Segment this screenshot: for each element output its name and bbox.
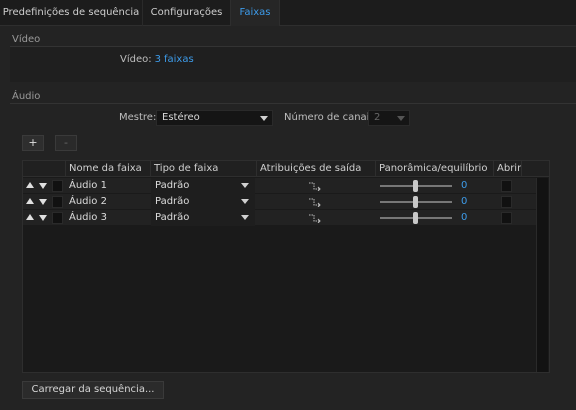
audio-section-title: Áudio	[12, 91, 41, 102]
video-panel	[10, 47, 576, 82]
pan-value[interactable]: 0	[461, 194, 467, 210]
audio-tracks-table: Nome da faixa Tipo de faixa Atribuições …	[22, 160, 550, 373]
track-type-value: Padrão	[155, 212, 190, 223]
move-up-icon[interactable]	[26, 182, 34, 188]
reorder-controls	[26, 182, 52, 192]
move-down-icon[interactable]	[39, 199, 47, 205]
video-track-count[interactable]: 3	[155, 54, 161, 65]
video-label: Vídeo:	[120, 54, 152, 65]
table-scrollbar[interactable]	[536, 178, 548, 372]
tab-tracks[interactable]: Faixas	[230, 0, 280, 26]
master-value: Estéreo	[162, 112, 200, 123]
track-type-dropdown[interactable]: Padrão	[151, 178, 255, 194]
track-type-dropdown[interactable]: Padrão	[151, 210, 255, 226]
track-name[interactable]: Áudio 3	[66, 210, 107, 226]
pan-value[interactable]: 0	[461, 210, 467, 226]
track-checkbox[interactable]	[52, 196, 63, 208]
open-checkbox[interactable]	[501, 212, 512, 224]
track-name[interactable]: Áudio 1	[66, 178, 107, 194]
video-tracks-row: Vídeo: 3 faixas	[120, 54, 194, 65]
table-row: Áudio 2 Padrão 0	[23, 194, 537, 210]
move-down-icon[interactable]	[39, 215, 47, 221]
video-track-unit: faixas	[163, 54, 194, 65]
chevron-down-icon	[241, 215, 249, 220]
column-header-controls	[23, 161, 65, 177]
pan-slider-knob[interactable]	[413, 212, 418, 224]
track-type-value: Padrão	[155, 180, 190, 191]
track-type-dropdown[interactable]: Padrão	[151, 194, 255, 210]
track-type-value: Padrão	[155, 196, 190, 207]
pan-value[interactable]: 0	[461, 178, 467, 194]
open-checkbox[interactable]	[501, 180, 512, 192]
column-header-pan: Panorâmica/equilíbrio	[375, 161, 493, 177]
column-header-type: Tipo de faixa	[150, 161, 256, 177]
tab-sequence-presets[interactable]: Predefinições de sequência	[0, 0, 142, 26]
divider	[10, 103, 576, 104]
tab-settings[interactable]: Configurações	[142, 0, 230, 26]
channels-dropdown[interactable]: 2	[368, 110, 410, 126]
output-routing-icon[interactable]	[308, 181, 322, 191]
track-name[interactable]: Áudio 2	[66, 194, 107, 210]
chevron-down-icon	[241, 183, 249, 188]
move-up-icon[interactable]	[26, 214, 34, 220]
output-routing-icon[interactable]	[308, 213, 322, 223]
pan-slider-knob[interactable]	[413, 196, 418, 208]
column-header-open: Abrir	[493, 161, 521, 177]
channels-label: Número de canais:	[284, 112, 379, 123]
master-label: Mestre:	[119, 112, 157, 123]
track-checkbox[interactable]	[52, 212, 63, 224]
table-row: Áudio 1 Padrão 0	[23, 178, 537, 194]
reorder-controls	[26, 198, 52, 208]
output-routing-icon[interactable]	[308, 197, 322, 207]
open-checkbox[interactable]	[501, 196, 512, 208]
table-row: Áudio 3 Padrão 0	[23, 210, 537, 226]
column-header-name: Nome da faixa	[65, 161, 150, 177]
column-header-extra	[521, 161, 549, 177]
move-down-icon[interactable]	[39, 183, 47, 189]
channels-value: 2	[374, 112, 381, 123]
reorder-controls	[26, 214, 52, 224]
pan-slider-knob[interactable]	[413, 180, 418, 192]
move-up-icon[interactable]	[26, 198, 34, 204]
load-from-sequence-button[interactable]: Carregar da sequência...	[22, 381, 164, 399]
table-header: Nome da faixa Tipo de faixa Atribuições …	[23, 161, 549, 177]
video-section-title: Vídeo	[12, 34, 41, 45]
master-dropdown[interactable]: Estéreo	[156, 110, 273, 126]
chevron-down-icon	[397, 116, 405, 121]
remove-track-button[interactable]: -	[55, 135, 77, 151]
chevron-down-icon	[241, 199, 249, 204]
add-track-button[interactable]: +	[22, 135, 44, 151]
chevron-down-icon	[260, 116, 268, 121]
tab-bar: Predefinições de sequência Configurações…	[0, 0, 576, 26]
track-checkbox[interactable]	[52, 180, 63, 192]
column-header-routing: Atribuições de saída	[256, 161, 375, 177]
